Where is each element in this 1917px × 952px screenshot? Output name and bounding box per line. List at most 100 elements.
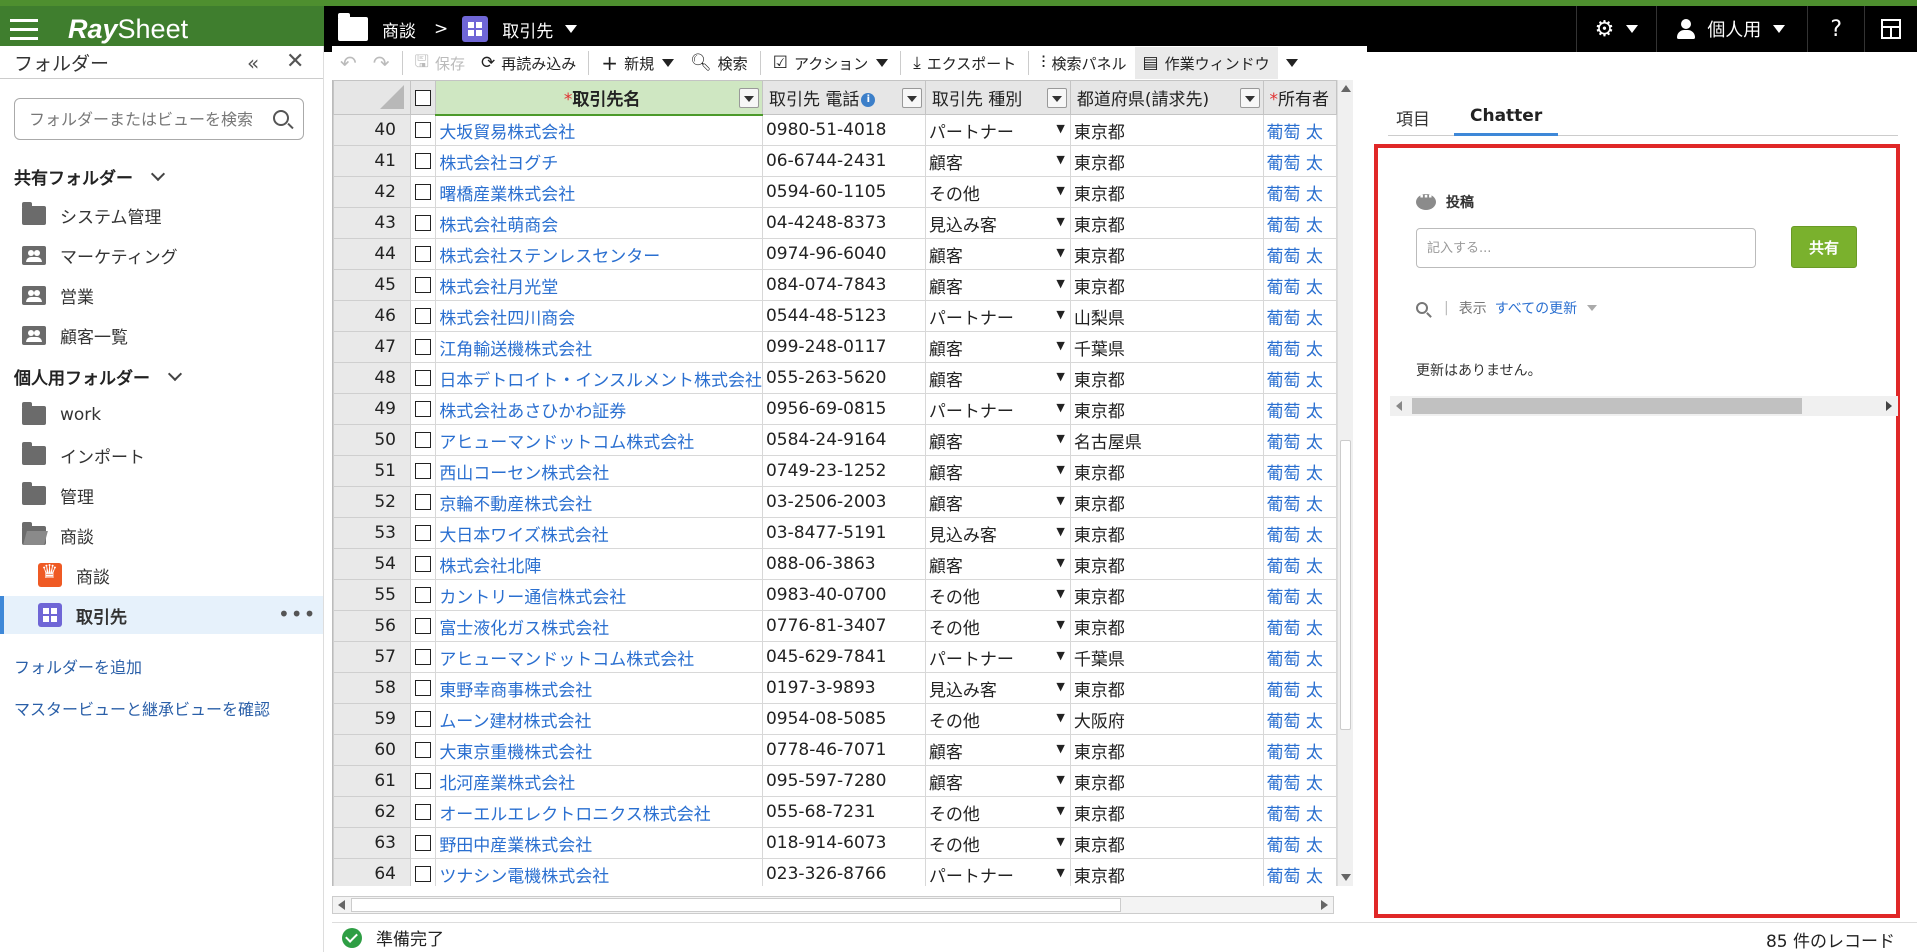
column-header-phone[interactable]: 取引先 電話 i: [761, 80, 926, 115]
cell-account-type[interactable]: 顧客: [924, 734, 1071, 766]
cell-account-name[interactable]: 株式会社ヨグチ: [435, 145, 763, 177]
cell-phone[interactable]: 018-914-6073: [761, 827, 926, 859]
sidebar-item-accounts-view[interactable]: 取引先 •••: [0, 596, 323, 634]
new-button[interactable]: + 新規: [593, 47, 682, 79]
account-name-link[interactable]: 大日本ワイズ株式会社: [439, 526, 609, 546]
row-checkbox[interactable]: [415, 773, 432, 789]
account-name-link[interactable]: 大坂貿易株式会社: [439, 123, 575, 143]
cell-owner[interactable]: 葡萄 太: [1262, 269, 1337, 301]
row-checkbox[interactable]: [415, 742, 432, 758]
cell-prefecture[interactable]: 東京都: [1069, 114, 1264, 146]
cell-account-name[interactable]: 株式会社月光堂: [435, 269, 763, 301]
cell-account-type[interactable]: その他: [924, 579, 1071, 611]
cell-account-name[interactable]: 株式会社北陣: [435, 548, 763, 580]
row-checkbox[interactable]: [415, 401, 432, 417]
row-checkbox-cell[interactable]: [409, 765, 437, 797]
scroll-down-icon[interactable]: [1341, 874, 1351, 881]
owner-link[interactable]: 葡萄 太: [1267, 557, 1323, 577]
table-row[interactable]: 58 東野幸商事株式会社 0197-3-9893見込み客東京都葡萄 太: [333, 672, 1337, 704]
row-checkbox[interactable]: [415, 680, 432, 696]
chevron-down-icon[interactable]: [1587, 305, 1598, 311]
cell-account-name[interactable]: 大坂貿易株式会社: [435, 114, 763, 146]
account-name-link[interactable]: カントリー通信株式会社: [439, 588, 626, 608]
table-row[interactable]: 46 株式会社四川商会 0544-48-5123パートナー山梨県葡萄 太: [333, 300, 1337, 332]
work-window-menu-button[interactable]: [1278, 47, 1306, 79]
table-row[interactable]: 48 日本デトロイト・インスルメント株式会社055-263-5620顧客東京都葡萄…: [333, 362, 1337, 394]
feed-filter-select[interactable]: すべての更新: [1495, 298, 1577, 318]
row-checkbox[interactable]: [415, 122, 432, 138]
cell-phone[interactable]: 0584-24-9164: [761, 424, 926, 456]
scroll-right-icon[interactable]: [1886, 401, 1892, 411]
row-checkbox-cell[interactable]: [409, 145, 437, 177]
cell-prefecture[interactable]: 東京都: [1069, 579, 1264, 611]
search-icon[interactable]: [273, 110, 289, 126]
row-checkbox-cell[interactable]: [409, 331, 437, 363]
row-checkbox[interactable]: [415, 370, 432, 386]
cell-phone[interactable]: 0980-51-4018: [761, 114, 926, 146]
cell-phone[interactable]: 099-248-0117: [761, 331, 926, 363]
sidebar-item-manage[interactable]: 管理: [0, 476, 323, 514]
cell-owner[interactable]: 葡萄 太: [1262, 362, 1337, 394]
cell-account-name[interactable]: 株式会社四川商会: [435, 300, 763, 332]
collapse-sidebar-icon[interactable]: «: [247, 51, 259, 75]
cell-prefecture[interactable]: 東京都: [1069, 610, 1264, 642]
owner-link[interactable]: 葡萄 太: [1267, 681, 1323, 701]
row-checkbox[interactable]: [415, 711, 432, 727]
row-checkbox[interactable]: [415, 525, 432, 541]
table-row[interactable]: 57 アヒューマンドットコム株式会社 045-629-7841パートナー千葉県葡萄 …: [333, 641, 1337, 673]
account-name-link[interactable]: オーエルエレクトロニクス株式会社: [439, 805, 711, 825]
row-checkbox[interactable]: [415, 494, 432, 510]
cell-phone[interactable]: 055-263-5620: [761, 362, 926, 394]
owner-link[interactable]: 葡萄 太: [1267, 402, 1323, 422]
cell-owner[interactable]: 葡萄 太: [1262, 672, 1337, 704]
breadcrumb-folder[interactable]: 商談: [382, 17, 416, 42]
row-checkbox-cell[interactable]: [409, 517, 437, 549]
cell-prefecture[interactable]: 東京都: [1069, 765, 1264, 797]
cell-phone[interactable]: 084-074-7843: [761, 269, 926, 301]
cell-account-name[interactable]: 大東京重機株式会社: [435, 734, 763, 766]
chevron-down-icon[interactable]: [662, 59, 675, 67]
column-filter-dropdown[interactable]: [738, 88, 759, 108]
table-row[interactable]: 44 株式会社ステンレスセンター 0974-96-6040顧客東京都葡萄 太: [333, 238, 1337, 270]
cell-phone[interactable]: 0778-46-7071: [761, 734, 926, 766]
scrollbar-thumb[interactable]: [1340, 440, 1351, 730]
user-menu-button[interactable]: 個人用: [1656, 6, 1807, 52]
tab-fields[interactable]: 項目: [1388, 98, 1438, 136]
cell-phone[interactable]: 0776-81-3407: [761, 610, 926, 642]
scroll-right-icon[interactable]: [1321, 900, 1328, 910]
cell-prefecture[interactable]: 東京都: [1069, 362, 1264, 394]
cell-phone[interactable]: 0954-08-5085: [761, 703, 926, 735]
cell-owner[interactable]: 葡萄 太: [1262, 517, 1337, 549]
cell-account-name[interactable]: 野田中産業株式会社: [435, 827, 763, 859]
search-panel-button[interactable]: ⫶ 検索パネル: [1033, 47, 1134, 79]
cell-owner[interactable]: 葡萄 太: [1262, 486, 1337, 518]
cell-account-type[interactable]: その他: [924, 176, 1071, 208]
row-checkbox-cell[interactable]: [409, 269, 437, 301]
cell-prefecture[interactable]: 東京都: [1069, 858, 1264, 886]
table-row[interactable]: 53 大日本ワイズ株式会社 03-8477-5191見込み客東京都葡萄 太: [333, 517, 1337, 549]
cell-prefecture[interactable]: 山梨県: [1069, 300, 1264, 332]
sidebar-item-deals-view[interactable]: 商談: [0, 556, 323, 594]
account-name-link[interactable]: 株式会社萌商会: [439, 216, 558, 236]
owner-link[interactable]: 葡萄 太: [1267, 836, 1323, 856]
cell-phone[interactable]: 0974-96-6040: [761, 238, 926, 270]
owner-link[interactable]: 葡萄 太: [1267, 185, 1323, 205]
cell-phone[interactable]: 04-4248-8373: [761, 207, 926, 239]
owner-link[interactable]: 葡萄 太: [1267, 464, 1323, 484]
row-checkbox-cell[interactable]: [409, 734, 437, 766]
cell-prefecture[interactable]: 東京都: [1069, 548, 1264, 580]
grid-horizontal-scrollbar[interactable]: [332, 896, 1334, 914]
table-row[interactable]: 59 ムーン建材株式会社 0954-08-5085その他大阪府葡萄 太: [333, 703, 1337, 735]
owner-link[interactable]: 葡萄 太: [1267, 743, 1323, 763]
cell-account-type[interactable]: 顧客: [924, 424, 1071, 456]
view-menu-caret-icon[interactable]: [565, 25, 578, 33]
owner-link[interactable]: 葡萄 太: [1267, 650, 1323, 670]
export-button[interactable]: ⤓ エクスポート: [905, 47, 1024, 79]
scroll-left-icon[interactable]: [1396, 401, 1402, 411]
cell-owner[interactable]: 葡萄 太: [1262, 796, 1337, 828]
row-checkbox[interactable]: [415, 277, 432, 293]
table-row[interactable]: 61 北河産業株式会社 095-597-7280顧客東京都葡萄 太: [333, 765, 1337, 797]
cell-account-type[interactable]: その他: [924, 610, 1071, 642]
column-filter-dropdown[interactable]: [1046, 88, 1067, 108]
cell-owner[interactable]: 葡萄 太: [1262, 300, 1337, 332]
